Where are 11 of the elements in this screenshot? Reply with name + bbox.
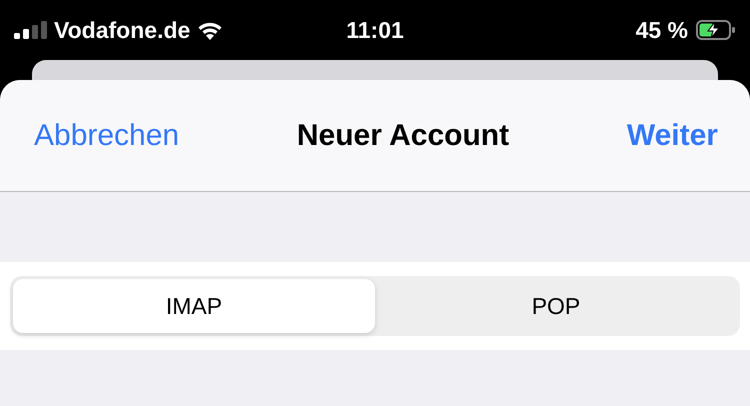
wifi-icon [196, 20, 224, 40]
battery-percentage: 45 % [636, 16, 688, 44]
carrier-name: Vodafone.de [54, 16, 190, 44]
next-button[interactable]: Weiter [626, 118, 718, 152]
cancel-button[interactable]: Abbrechen [34, 118, 180, 152]
nav-title: Neuer Account [296, 118, 510, 152]
segment-option[interactable]: IMAP [13, 279, 375, 333]
segment-option[interactable]: POP [375, 279, 737, 333]
signal-icon [14, 21, 48, 39]
clock-time: 11:01 [346, 16, 404, 44]
battery-charging-icon [696, 20, 736, 40]
